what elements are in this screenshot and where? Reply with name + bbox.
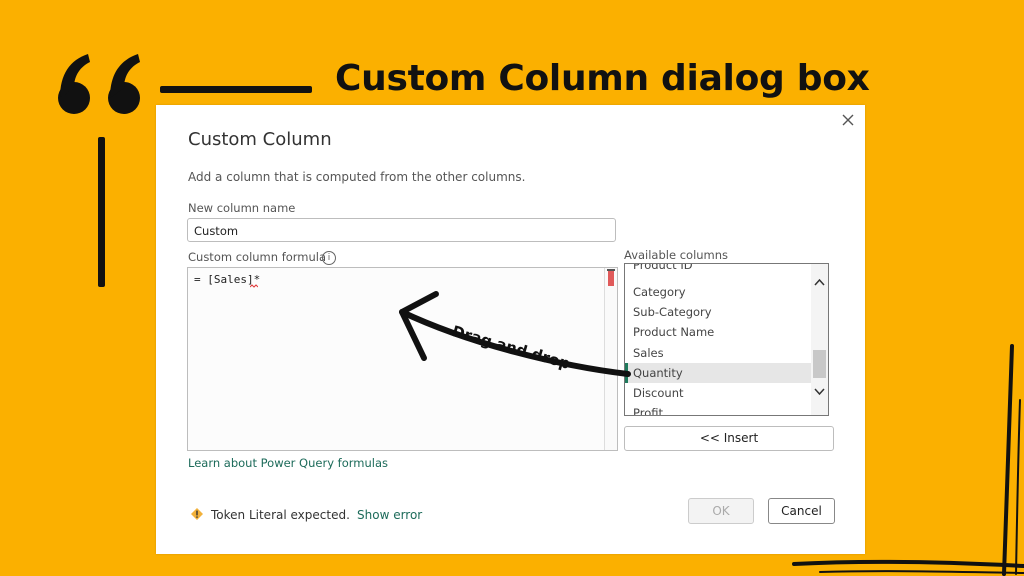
dialog-title: Custom Column [188, 129, 332, 150]
custom-column-dialog: Custom Column Add a column that is compu… [156, 105, 865, 554]
decorative-horizontal-line [160, 86, 312, 93]
new-column-name-label: New column name [188, 201, 296, 215]
list-item-product-name[interactable]: Product Name [625, 322, 811, 342]
list-item-profit[interactable]: Profit [625, 403, 811, 415]
ok-button[interactable]: OK [688, 498, 754, 524]
decorative-corner-lines [792, 344, 1024, 576]
decorative-vertical-line [98, 137, 105, 287]
list-item-sales[interactable]: Sales [625, 343, 811, 363]
slide-heading: Custom Column dialog box [335, 58, 870, 99]
info-icon[interactable]: i [322, 251, 336, 265]
list-item-category[interactable]: Category [625, 282, 811, 302]
warning-icon [191, 508, 203, 520]
chevron-up-icon[interactable] [811, 274, 828, 290]
list-item-quantity[interactable]: Quantity [625, 363, 811, 383]
list-item-product-id[interactable]: Product ID [625, 264, 811, 275]
new-column-name-input[interactable]: Custom [187, 218, 616, 242]
error-marker [608, 271, 614, 286]
quote-mark-icon [58, 54, 140, 114]
formula-label: Custom column formula [188, 250, 327, 264]
close-icon[interactable] [840, 112, 856, 128]
error-squiggle-icon [250, 284, 258, 288]
formula-scrollbar[interactable] [604, 268, 617, 450]
available-columns-label: Available columns [624, 248, 729, 262]
list-item-sub-category[interactable]: Sub-Category [625, 302, 811, 322]
warning-message: Token Literal expected. [211, 508, 350, 522]
dialog-subtitle: Add a column that is computed from the o… [188, 170, 526, 184]
learn-power-query-link[interactable]: Learn about Power Query formulas [188, 456, 388, 470]
show-error-link[interactable]: Show error [357, 508, 422, 522]
list-item-discount[interactable]: Discount [625, 383, 811, 403]
